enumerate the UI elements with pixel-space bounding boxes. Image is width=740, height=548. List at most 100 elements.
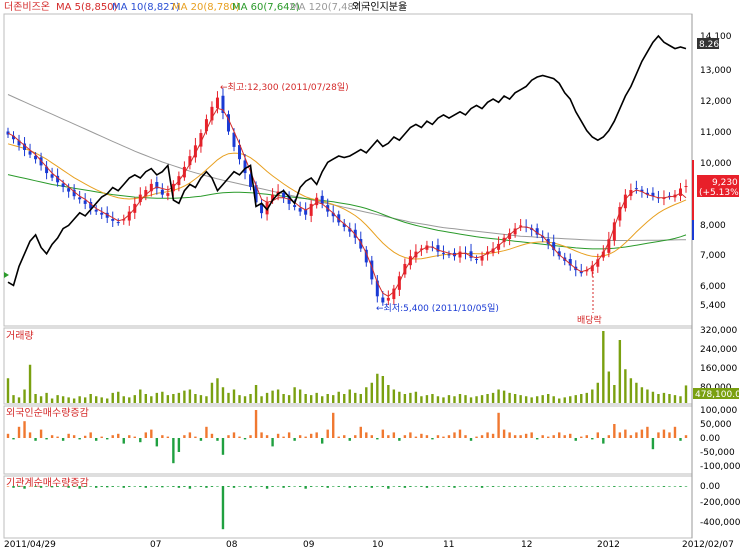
foreign-net-bar (139, 438, 142, 443)
price-y-axis: 14,100 13,000 12,000 11,000 10,000 9,000… (700, 32, 732, 311)
institution-net-bar (100, 486, 103, 487)
foreign-net-bar (199, 438, 203, 441)
volume-bar (194, 394, 197, 403)
institution-net-bar (304, 486, 307, 489)
volume-bar (128, 397, 131, 403)
candle-body (50, 174, 54, 178)
volume-bar (326, 394, 329, 403)
institution-net-bar (359, 486, 362, 487)
candle-body (447, 254, 451, 256)
institution-net-bar (117, 486, 120, 487)
volume-bar (139, 389, 142, 403)
volume-bar (508, 392, 511, 403)
candle-body (298, 208, 302, 212)
x-tick-label: 2012/02/07 (682, 540, 734, 548)
foreign-net-bar (398, 438, 401, 441)
volume-tick-label: 160,000 (700, 364, 737, 374)
x-tick-label: 2011/04/29 (4, 540, 56, 548)
institution-net-bar (348, 486, 351, 488)
institution-net-bar (23, 486, 26, 489)
foreign-net-bar (161, 435, 164, 438)
volume-bar (491, 392, 495, 403)
foreign-net-bar (326, 429, 329, 438)
institution-net-bar (486, 486, 489, 487)
volume-bar (359, 394, 362, 403)
foreign-net-bar (133, 436, 136, 438)
institution-net-bar (133, 486, 136, 487)
volume-bar (50, 398, 54, 403)
foreign-net-bar (563, 435, 566, 438)
volume-bar (574, 395, 577, 403)
foreign-net-bar (602, 438, 605, 444)
institution-net-bar (332, 486, 335, 487)
institution-net-bar (552, 486, 555, 487)
candle-body (381, 297, 385, 303)
volume-bar (39, 396, 43, 403)
institution-net-bar (45, 486, 48, 487)
institution-net-bar (238, 486, 241, 487)
institution-net-bar (475, 486, 478, 487)
volume-bar (580, 394, 583, 403)
foreign-net-bar (585, 435, 588, 438)
volume-bar (260, 396, 263, 403)
volume-bar (409, 392, 412, 403)
volume-bar (673, 395, 677, 403)
foreign-tick-label: -100,000 (700, 462, 740, 472)
volume-bar (106, 398, 109, 403)
volume-bar (89, 394, 92, 403)
foreign-net-bar (337, 436, 340, 438)
volume-bar (541, 395, 544, 403)
stock-chart[interactable]: 더존비즈온 MA 5(8,850) MA 10(8,827) MA 20(8,7… (0, 0, 740, 548)
foreign-net-bar (679, 438, 682, 441)
volume-tick-label: 320,000 (700, 326, 737, 336)
volume-bar (640, 387, 644, 403)
volume-bar (227, 392, 230, 403)
institution-net-panel (3, 475, 693, 539)
institution-net-bar (50, 486, 54, 488)
volume-bar (453, 396, 456, 403)
volume-bar (370, 382, 374, 403)
institution-net-bar (326, 486, 329, 488)
legend-stock-name: 더존비즈온 (4, 1, 50, 13)
institution-net-bar (150, 486, 153, 487)
foreign-net-bar (221, 438, 225, 455)
foreign-net-bar (458, 429, 462, 438)
foreign-net-bar (89, 432, 92, 438)
foreign-net-bar (232, 432, 236, 438)
institution-net-bar (354, 486, 357, 487)
institution-net-bar (337, 486, 340, 487)
institution-net-bar (67, 486, 70, 488)
x-tick-label: 10 (372, 540, 384, 548)
institution-net-bar (61, 486, 65, 487)
institution-net-bar (657, 486, 660, 487)
foreign-net-bar (67, 433, 70, 438)
volume-bar (199, 395, 203, 403)
volume-bar (172, 394, 175, 403)
foreign-net-bar (552, 435, 555, 438)
institution-net-bar (370, 486, 374, 488)
volume-bar (414, 391, 418, 403)
institution-net-bar (282, 486, 285, 488)
volume-bar (558, 398, 561, 403)
foreign-net-bar (61, 438, 65, 441)
volume-bar (122, 396, 125, 403)
candle-body (67, 188, 71, 192)
volume-bar (94, 396, 98, 403)
foreign-net-bar (315, 432, 318, 438)
volume-bar (486, 394, 489, 403)
volume-bar (657, 394, 660, 403)
foreign-net-bar (34, 438, 37, 441)
price-tick-label: 8,000 (700, 221, 726, 231)
volume-bar (298, 389, 302, 403)
foreign-tick-label: 100,000 (700, 406, 737, 416)
foreign-net-bar (216, 438, 219, 441)
volume-bar (668, 394, 671, 403)
price-tick-label: 6,000 (700, 282, 726, 292)
price-marker-bar-low (692, 220, 694, 240)
foreign-net-bar (243, 438, 247, 440)
institution-net-bar (194, 486, 197, 487)
volume-bar (436, 396, 440, 403)
foreign-net-bar (519, 435, 522, 438)
volume-bar (111, 392, 114, 403)
foreign-net-bar (227, 435, 230, 438)
